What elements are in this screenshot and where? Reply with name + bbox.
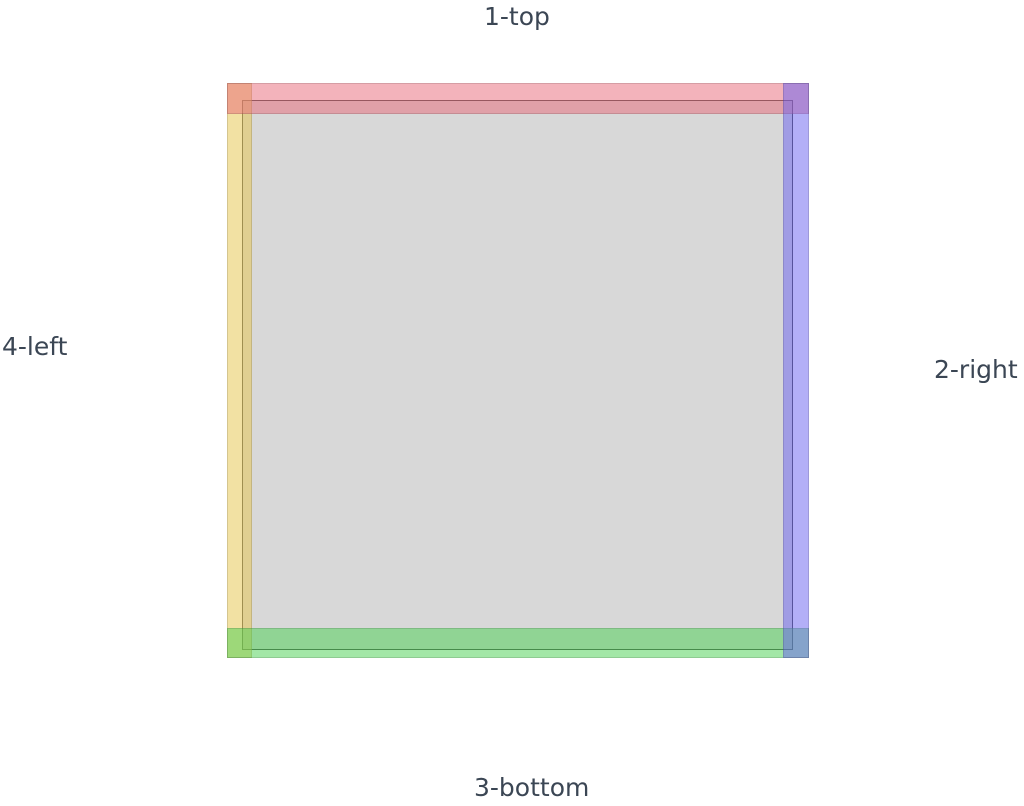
left-edge (227, 83, 252, 658)
right-edge (783, 83, 809, 658)
diagram-canvas: 1-top 2-right 3-bottom 4-left (0, 0, 1024, 806)
right-label: 2-right (934, 355, 1018, 384)
inner-box (242, 100, 793, 650)
bottom-label: 3-bottom (474, 773, 590, 802)
bottom-edge (227, 628, 809, 658)
top-edge (227, 83, 809, 114)
top-label: 1-top (484, 2, 550, 31)
left-label: 4-left (2, 332, 68, 361)
